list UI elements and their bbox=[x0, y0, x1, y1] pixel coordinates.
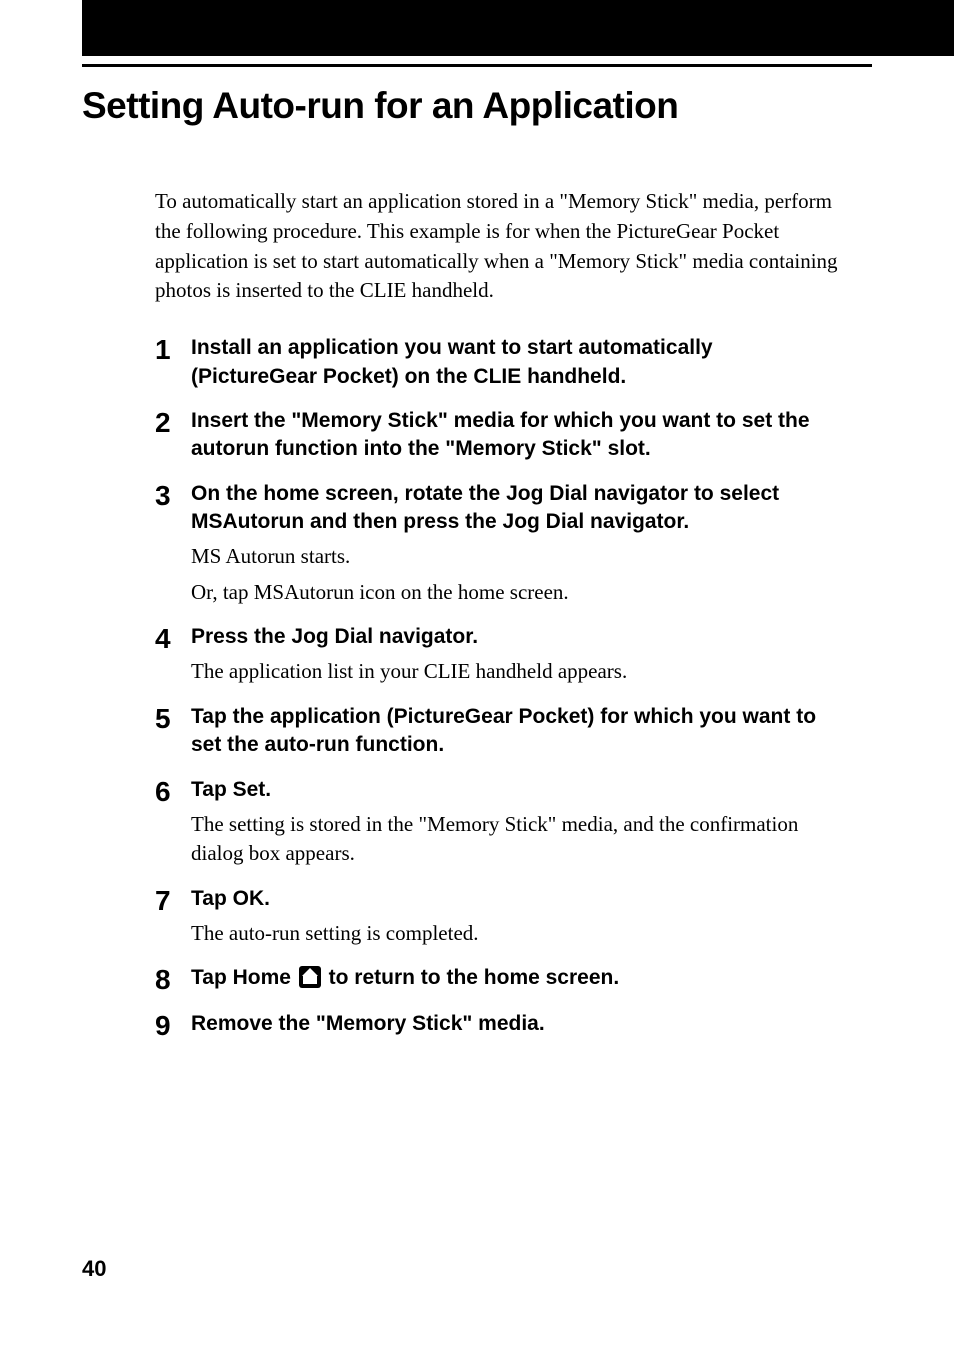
step-desc: Or, tap MSAutorun icon on the home scree… bbox=[191, 578, 844, 607]
step-body: Press the Jog Dial navigator. The applic… bbox=[191, 623, 844, 687]
step-desc: The auto-run setting is completed. bbox=[191, 919, 844, 948]
step-head: Remove the "Memory Stick" media. bbox=[191, 1010, 844, 1038]
step-9: 9 Remove the "Memory Stick" media. bbox=[155, 1010, 844, 1040]
step-desc: The application list in your CLIE handhe… bbox=[191, 657, 844, 686]
page-title: Setting Auto-run for an Application bbox=[82, 85, 872, 127]
step-body: Tap the application (PictureGear Pocket)… bbox=[191, 703, 844, 760]
step-head: Tap Home to return to the home screen. bbox=[191, 964, 844, 992]
content-block: To automatically start an application st… bbox=[155, 187, 844, 1040]
step-number: 3 bbox=[155, 482, 191, 510]
page-number: 40 bbox=[82, 1256, 106, 1282]
step-head: Tap OK. bbox=[191, 885, 844, 913]
step-number: 4 bbox=[155, 625, 191, 653]
step-body: Insert the "Memory Stick" media for whic… bbox=[191, 407, 844, 464]
step-3: 3 On the home screen, rotate the Jog Dia… bbox=[155, 480, 844, 607]
step-head-pre: Tap Home bbox=[191, 966, 297, 989]
step-number: 8 bbox=[155, 966, 191, 994]
step-1: 1 Install an application you want to sta… bbox=[155, 334, 844, 391]
header-bar bbox=[82, 0, 954, 56]
step-body: Remove the "Memory Stick" media. bbox=[191, 1010, 844, 1038]
step-number: 1 bbox=[155, 336, 191, 364]
step-number: 9 bbox=[155, 1012, 191, 1040]
step-2: 2 Insert the "Memory Stick" media for wh… bbox=[155, 407, 844, 464]
step-7: 7 Tap OK. The auto-run setting is comple… bbox=[155, 885, 844, 949]
step-number: 7 bbox=[155, 887, 191, 915]
step-body: Install an application you want to start… bbox=[191, 334, 844, 391]
step-head: Tap the application (PictureGear Pocket)… bbox=[191, 703, 844, 760]
step-5: 5 Tap the application (PictureGear Pocke… bbox=[155, 703, 844, 760]
step-body: Tap OK. The auto-run setting is complete… bbox=[191, 885, 844, 949]
page: Setting Auto-run for an Application To a… bbox=[0, 0, 954, 1352]
steps-list: 1 Install an application you want to sta… bbox=[155, 334, 844, 1040]
step-head: Press the Jog Dial navigator. bbox=[191, 623, 844, 651]
step-6: 6 Tap Set. The setting is stored in the … bbox=[155, 776, 844, 869]
step-head: Install an application you want to start… bbox=[191, 334, 844, 391]
step-body: On the home screen, rotate the Jog Dial … bbox=[191, 480, 844, 607]
horizontal-rule bbox=[82, 64, 872, 67]
step-desc: MS Autorun starts. bbox=[191, 542, 844, 571]
home-icon bbox=[299, 966, 321, 988]
step-desc: The setting is stored in the "Memory Sti… bbox=[191, 810, 844, 869]
step-number: 5 bbox=[155, 705, 191, 733]
step-body: Tap Set. The setting is stored in the "M… bbox=[191, 776, 844, 869]
step-4: 4 Press the Jog Dial navigator. The appl… bbox=[155, 623, 844, 687]
step-8: 8 Tap Home to return to the home screen. bbox=[155, 964, 844, 994]
step-head: Insert the "Memory Stick" media for whic… bbox=[191, 407, 844, 464]
step-number: 6 bbox=[155, 778, 191, 806]
intro-paragraph: To automatically start an application st… bbox=[155, 187, 844, 306]
step-head: Tap Set. bbox=[191, 776, 844, 804]
step-number: 2 bbox=[155, 409, 191, 437]
step-head-post: to return to the home screen. bbox=[323, 966, 619, 989]
step-head: On the home screen, rotate the Jog Dial … bbox=[191, 480, 844, 537]
step-body: Tap Home to return to the home screen. bbox=[191, 964, 844, 992]
